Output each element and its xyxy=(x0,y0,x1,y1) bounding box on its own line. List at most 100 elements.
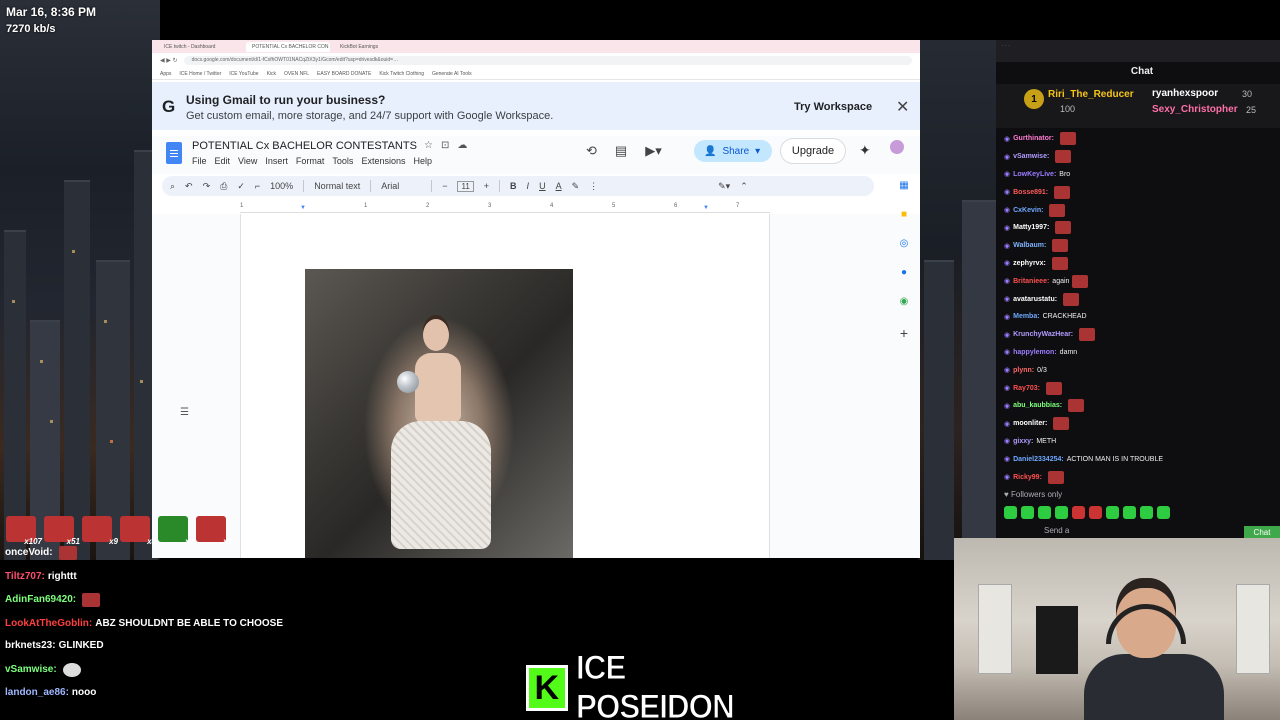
search-icon[interactable]: ⌕ xyxy=(170,181,175,192)
nav-icons[interactable]: ◀ ▶ ↻ xyxy=(160,57,178,64)
bookmark-item[interactable]: Generate AI Tools xyxy=(432,71,472,77)
emote-button[interactable] xyxy=(1038,506,1051,519)
tasks-icon[interactable]: ◎ xyxy=(900,238,909,249)
collapse-icon[interactable]: ⌃ xyxy=(740,181,748,192)
menu-insert[interactable]: Insert xyxy=(265,156,288,166)
chat-username[interactable]: zephyrvx: xyxy=(1013,260,1046,267)
tab-doc[interactable]: POTENTIAL Cx BACHELOR CON xyxy=(246,41,330,52)
comment-icon[interactable]: ▤ xyxy=(615,143,627,159)
font-size-decrease-icon[interactable]: − xyxy=(442,181,447,191)
leader-name[interactable]: ryanhexspoor xyxy=(1152,88,1218,99)
chat-username[interactable]: Bosse891: xyxy=(1013,189,1048,196)
chat-username[interactable]: Daniel2334254: xyxy=(1013,456,1064,463)
keep-icon[interactable]: ■ xyxy=(901,209,907,220)
chat-username[interactable]: Ricky99: xyxy=(1013,474,1042,481)
close-icon[interactable]: ✕ xyxy=(896,97,909,117)
emote-button[interactable] xyxy=(1089,506,1102,519)
menu-help[interactable]: Help xyxy=(413,156,432,166)
chat-username[interactable]: LowKeyLive: xyxy=(1013,171,1056,178)
chat-username[interactable]: avatarustatu: xyxy=(1013,296,1057,303)
gemini-icon[interactable]: ✦ xyxy=(859,142,871,159)
chat-username[interactable]: vSamwise: xyxy=(1013,153,1049,160)
emote-button[interactable] xyxy=(1055,506,1068,519)
cloud-icon[interactable]: ☁ xyxy=(457,140,467,151)
zoom-select[interactable]: 100% xyxy=(270,181,293,191)
chat-username[interactable]: Memba: xyxy=(1013,313,1039,320)
tab-dashboard[interactable]: ICE twitch - Dashboard xyxy=(158,42,242,52)
emote-button[interactable] xyxy=(1106,506,1119,519)
menu-view[interactable]: View xyxy=(238,156,257,166)
bookmark-item[interactable]: Apps xyxy=(160,71,171,77)
contacts-icon[interactable]: ● xyxy=(901,267,907,278)
indent-marker-icon[interactable]: ▼ xyxy=(703,205,709,211)
chat-username[interactable]: Britanieee: xyxy=(1013,278,1049,285)
bookmark-item[interactable]: ICE YouTube xyxy=(229,71,258,77)
font-size-field[interactable]: 11 xyxy=(457,180,474,192)
calendar-icon[interactable]: ▦ xyxy=(899,180,908,191)
font-size-increase-icon[interactable]: + xyxy=(484,181,489,191)
highlight-icon[interactable]: ✎ xyxy=(572,181,580,192)
move-icon[interactable]: ⊡ xyxy=(441,140,449,151)
redo-icon[interactable]: ↷ xyxy=(203,181,211,192)
menu-file[interactable]: File xyxy=(192,156,207,166)
bookmark-item[interactable]: EASY BOARD DONATE xyxy=(317,71,371,77)
print-icon[interactable]: ⎙ xyxy=(220,181,227,192)
document-title[interactable]: POTENTIAL Cx BACHELOR CONTESTANTS xyxy=(192,140,417,152)
share-button[interactable]: 👤 Share ▾ xyxy=(694,140,772,162)
emote-button[interactable] xyxy=(1004,506,1017,519)
bold-icon[interactable]: B xyxy=(510,181,517,191)
chat-username[interactable]: Gurthinator: xyxy=(1013,135,1054,142)
chat-username[interactable]: KrunchyWazHear: xyxy=(1013,331,1073,338)
underline-icon[interactable]: U xyxy=(539,181,546,191)
maps-icon[interactable]: ◉ xyxy=(900,296,909,307)
chat-username[interactable]: plynn: xyxy=(1013,367,1034,374)
indent-marker-icon[interactable]: ▼ xyxy=(300,205,306,211)
leader-name[interactable]: Riri_The_Reducer xyxy=(1048,89,1134,100)
chat-username[interactable]: Walbaum: xyxy=(1013,242,1046,249)
emote-button[interactable] xyxy=(1140,506,1153,519)
upgrade-button[interactable]: Upgrade xyxy=(780,138,846,164)
star-icon[interactable]: ☆ xyxy=(424,140,433,151)
paint-format-icon[interactable]: ⌐ xyxy=(255,181,260,191)
docs-logo-icon[interactable] xyxy=(166,142,182,164)
tab-kickbot[interactable]: KickBot Earnings xyxy=(334,42,418,52)
chat-username[interactable]: gixxy: xyxy=(1013,438,1033,445)
editing-mode-icon[interactable]: ✎▾ xyxy=(718,181,730,192)
chat-username[interactable]: Ray703: xyxy=(1013,385,1040,392)
history-icon[interactable]: ⟲ xyxy=(586,143,597,159)
url-field[interactable]: docs.google.com/document/d/1-fCsfhOWT01N… xyxy=(183,56,912,65)
text-color-icon[interactable]: A xyxy=(556,181,562,191)
more-icon[interactable]: ⋮ xyxy=(589,181,598,192)
document-page[interactable] xyxy=(240,214,770,558)
font-select[interactable]: Arial xyxy=(381,181,421,191)
chevron-down-icon[interactable]: ▾ xyxy=(755,146,760,157)
bookmark-item[interactable]: ICE Home / Twitter xyxy=(179,71,221,77)
emote-button[interactable] xyxy=(1123,506,1136,519)
menu-extensions[interactable]: Extensions xyxy=(361,156,405,166)
spellcheck-icon[interactable]: ✓ xyxy=(237,181,245,192)
italic-icon[interactable]: I xyxy=(527,181,530,191)
menu-tools[interactable]: Tools xyxy=(332,156,353,166)
add-icon[interactable]: + xyxy=(900,325,908,341)
meet-icon[interactable]: ▶▾ xyxy=(645,143,662,159)
outline-icon[interactable]: ☰ xyxy=(180,407,189,418)
avatar[interactable] xyxy=(890,140,904,154)
chat-username[interactable]: happylemon: xyxy=(1013,349,1057,356)
undo-icon[interactable]: ↶ xyxy=(185,181,193,192)
chat-username[interactable]: CxKevin: xyxy=(1013,207,1043,214)
emote-button[interactable] xyxy=(1021,506,1034,519)
style-select[interactable]: Normal text xyxy=(314,181,360,191)
chat-username[interactable]: Matty1997: xyxy=(1013,224,1049,231)
bookmark-item[interactable]: Kick xyxy=(267,71,276,77)
emote-button[interactable] xyxy=(1072,506,1085,519)
emote-button[interactable] xyxy=(1157,506,1170,519)
menu-format[interactable]: Format xyxy=(296,156,325,166)
leader-name[interactable]: Sexy_Christopher xyxy=(1152,104,1238,115)
contestant-photo[interactable] xyxy=(305,269,573,558)
bookmark-item[interactable]: OVEN NFL xyxy=(284,71,309,77)
menu-edit[interactable]: Edit xyxy=(215,156,231,166)
bookmark-item[interactable]: Kick Twitch Clothing xyxy=(379,71,424,77)
try-workspace-button[interactable]: Try Workspace xyxy=(794,101,872,113)
chat-username[interactable]: abu_kaubbias: xyxy=(1013,402,1062,409)
chat-username[interactable]: moonliter: xyxy=(1013,420,1047,427)
